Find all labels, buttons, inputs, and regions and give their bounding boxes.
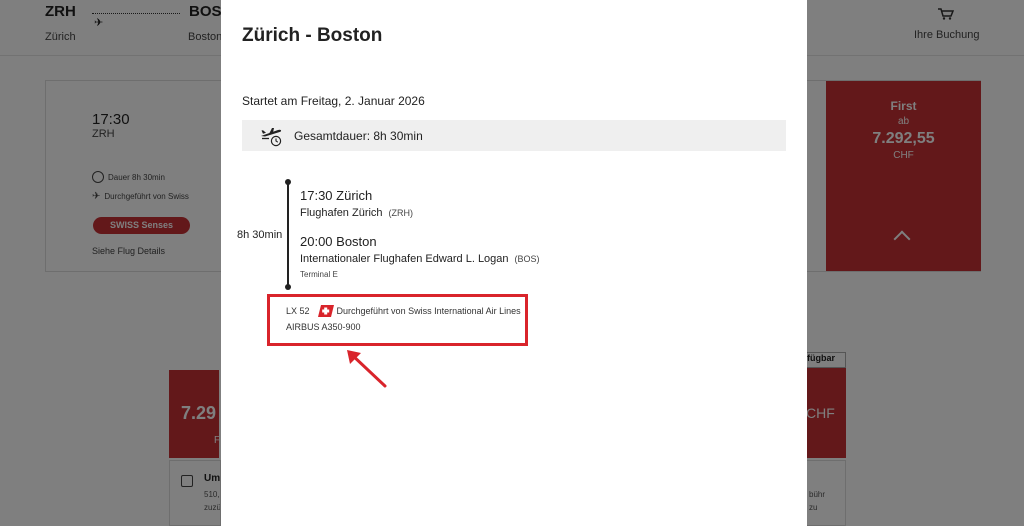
timeline-dot-end bbox=[285, 284, 291, 290]
arrival-airport-name: Internationaler Flughafen Edward L. Loga… bbox=[300, 253, 509, 265]
departure-airport-name: Flughafen Zürich bbox=[300, 207, 383, 219]
arrival-time-city: 20:00 Boston bbox=[300, 234, 377, 249]
departure-time-city: 17:30 Zürich bbox=[300, 188, 373, 203]
arrival-airport-code: (BOS) bbox=[514, 254, 540, 264]
flight-info-row: LX 52 Durchgeführt von Swiss Internation… bbox=[286, 305, 521, 317]
arrival-airport: Internationaler Flughafen Edward L. Loga… bbox=[300, 253, 540, 265]
modal-title: Zürich - Boston bbox=[242, 25, 383, 46]
flight-details-modal: Zürich - Boston Startet am Freitag, 2. J… bbox=[221, 0, 807, 526]
operated-by: Durchgeführt von Swiss International Air… bbox=[336, 306, 521, 316]
highlight-box bbox=[267, 294, 528, 346]
timeline-line bbox=[287, 183, 289, 286]
annotation-arrow-icon bbox=[347, 350, 387, 388]
departure-airport-code: (ZRH) bbox=[388, 208, 414, 218]
departure-clock-icon bbox=[261, 128, 282, 147]
total-duration: Gesamtdauer: 8h 30min bbox=[294, 129, 423, 143]
total-duration-bar: Gesamtdauer: 8h 30min bbox=[242, 120, 786, 151]
flight-number: LX 52 bbox=[286, 306, 310, 316]
segment-duration: 8h 30min bbox=[237, 229, 283, 241]
departure-airport: Flughafen Zürich (ZRH) bbox=[300, 207, 413, 219]
arrival-terminal: Terminal E bbox=[300, 270, 338, 279]
swiss-logo-icon bbox=[317, 305, 334, 317]
aircraft-type: AIRBUS A350-900 bbox=[286, 322, 361, 332]
start-date: Startet am Freitag, 2. Januar 2026 bbox=[242, 94, 425, 108]
